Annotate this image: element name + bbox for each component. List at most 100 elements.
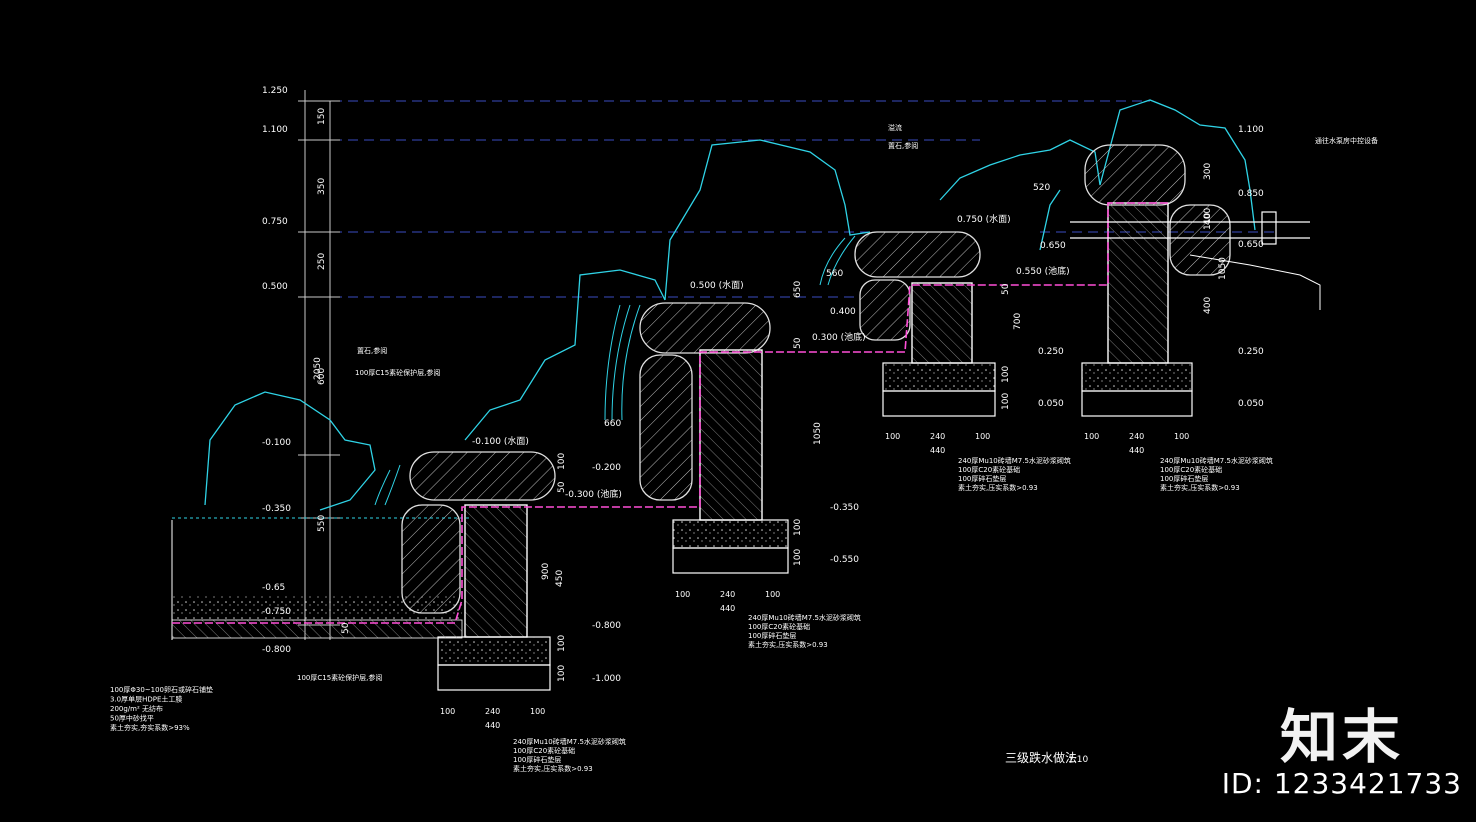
elevation-label: -0.800 [262,645,291,655]
elevation-label: 1.100 [262,125,288,135]
dimension-label: 100 [793,519,803,536]
callout: 通往水泵房中控设备 [1315,136,1378,145]
dimension-label: 400 [1203,297,1213,314]
elevation-label: 0.650 [1040,241,1066,251]
footing-note: 100厚碎石垫层 [958,474,1006,483]
footing-dim: 100 [440,707,455,716]
dimension-label: 100 [557,635,567,652]
footing-total: 440 [485,721,500,730]
dimension-label: 1050 [1218,257,1228,280]
watermark-id: ID: 1233421733 [1221,767,1462,800]
footing-note: 100厚碎石垫层 [748,631,796,640]
elevation-label: -0.300 (池底) [565,488,622,500]
elevation-label: 0.300 (池底) [812,331,866,343]
callout: 置石,参阅 [357,346,387,355]
footing-total: 440 [930,446,945,455]
footing-note: 240厚Mu10砖墙M7.5水泥砂浆砌筑 [513,737,626,746]
cad-drawing: 1.250 1.100 0.750 0.500 -0.100 -0.350 -0.65 -0.… [110,86,1378,773]
elevation-label: 1.250 [262,86,288,96]
dimension-label: 50 [1001,283,1011,295]
footing-total: 440 [720,604,735,613]
footing-note: 240厚Mu10砖墙M7.5水泥砂浆砌筑 [958,456,1071,465]
dimension-label: 2050 [313,357,323,380]
drawing-title: 三级跌水做法 [1005,750,1077,765]
dimension-label: 100 [557,453,567,470]
elevation-label: -0.550 [830,555,859,565]
elevation-label: 0.750 (水面) [957,213,1011,225]
footing-note: 素土夯实,压实系数>0.93 [748,640,828,649]
elevation-label: 0.250 [1038,347,1064,357]
dimension-label: 50 [793,337,803,349]
elevation-label: 0.500 [262,282,288,292]
elevation-label: 0.650 [1238,240,1264,250]
dimension-label: 650 [793,281,803,298]
elevation-label: 0.400 [830,307,856,317]
footing-note: 100厚碎石垫层 [1160,474,1208,483]
elevation-label: 0.250 [1238,347,1264,357]
callout: 100厚C15素砼保护层,参阅 [297,673,382,682]
footing-note: 素土夯实,压实系数>0.93 [958,483,1038,492]
footing-dim: 240 [720,590,735,599]
footing-dim: 100 [1084,432,1099,441]
elevation-label: -0.65 [262,583,285,593]
footing-note: 240厚Mu10砖墙M7.5水泥砂浆砌筑 [748,613,861,622]
footing-note: 100厚C20素砼基础 [1160,465,1222,474]
elevation-label: 0.850 [1238,189,1264,199]
elevation-label: 0.050 [1038,399,1064,409]
footing-note: 100厚C20素砼基础 [958,465,1020,474]
footing-note: 100厚C20素砼基础 [513,746,575,755]
dimension-label: 1050 [813,422,823,445]
dimension-label: 250 [317,253,327,270]
dimension-label: 300 [1203,163,1213,180]
callout: 200g/m² 无纺布 [110,704,163,713]
dimension-label: 560 [826,269,843,279]
footing-note: 240厚Mu10砖墙M7.5水泥砂浆砌筑 [1160,456,1273,465]
elevation-label: -0.100 [262,438,291,448]
footing-dim: 100 [765,590,780,599]
dimension-label: 350 [317,178,327,195]
dimension-label: 700 [1013,313,1023,330]
dimension-label: 550 [317,515,327,532]
footing-dim: 240 [930,432,945,441]
footing-dim: 100 [975,432,990,441]
elevation-label: -1.000 [592,674,621,684]
footing-dim: 100 [1174,432,1189,441]
elevation-label: -0.350 [262,504,291,514]
footing-note: 素土夯实,压实系数>0.93 [513,764,593,773]
dimension-label: 100 [1001,393,1011,410]
elevation-label: 0.050 [1238,399,1264,409]
elevation-label: 0.550 (池底) [1016,265,1070,277]
dimension-label: 150 [317,108,327,125]
callout: 素土夯实,夯实系数>93% [110,723,190,732]
dimension-label: 660 [604,419,621,429]
watermark-logo: 知末 [1280,703,1405,771]
callout: 溢流 [888,123,902,132]
footing-dim: 100 [530,707,545,716]
footing-note: 素土夯实,压实系数>0.93 [1160,483,1240,492]
callout: 100厚C15素砼保护层,参阅 [355,368,440,377]
elevation-label: -0.350 [830,503,859,513]
elevation-label: -0.800 [592,621,621,631]
dimension-label: 450 [555,570,565,587]
callout: 置石,参阅 [888,141,918,150]
footing-dim: 100 [675,590,690,599]
elevation-label: -0.200 [592,463,621,473]
dimension-label: 50 [341,622,351,634]
dimension-label: 520 [1033,183,1050,193]
dimension-label: 900 [541,563,551,580]
callout: 3.0厚单层HDPE土工膜 [110,695,182,704]
dimension-label: 110 [1203,213,1213,230]
dimension-label: 100 [557,665,567,682]
dimension-label: 100 [793,549,803,566]
elevation-label: 1.100 [1238,125,1264,135]
footing-total: 440 [1129,446,1144,455]
callout: 50厚中砂找平 [110,714,154,723]
footing-note: 100厚C20素砼基础 [748,622,810,631]
footing-dim: 240 [1129,432,1144,441]
elevation-label: 0.750 [262,217,288,227]
dimension-label: 100 [1001,366,1011,383]
callout: 100厚Φ30~100卵石或碎石铺垫 [110,685,213,694]
footing-dim: 240 [485,707,500,716]
elevation-label: -0.100 (水面) [472,435,529,447]
elevation-label: 0.500 (水面) [690,279,744,291]
